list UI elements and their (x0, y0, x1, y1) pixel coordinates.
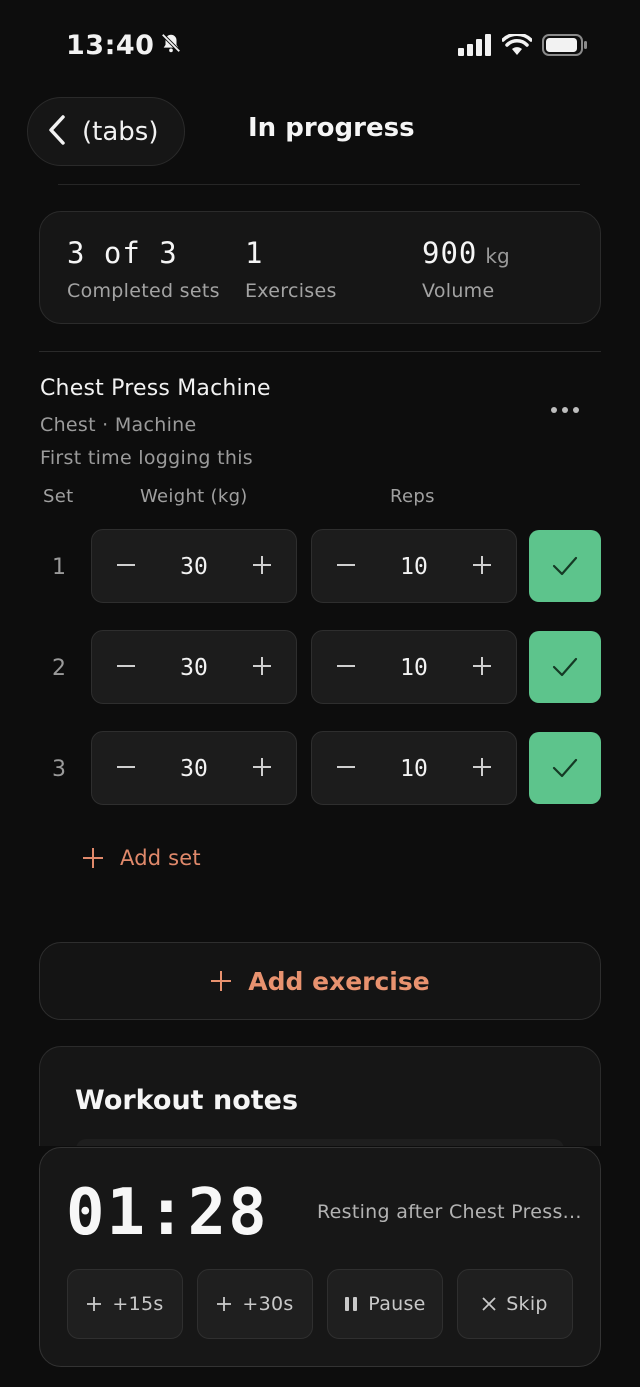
exercise-name: Chest Press Machine (40, 376, 271, 401)
column-header-weight: Weight (kg) (140, 486, 248, 507)
checkmark-icon (552, 556, 578, 576)
plus-icon (473, 657, 491, 675)
completed-sets-value: 3 of 3 (67, 236, 178, 270)
status-time: 13:40 (66, 30, 155, 61)
add-15s-button[interactable]: +15s (67, 1269, 183, 1339)
set-number: 3 (52, 757, 66, 782)
set-number: 2 (52, 656, 66, 681)
add-30s-button[interactable]: +30s (197, 1269, 313, 1339)
weight-increment-button[interactable] (247, 550, 277, 580)
exercise-note: First time logging this (40, 447, 254, 469)
exercises-value: 1 (245, 236, 264, 270)
plus-icon (473, 758, 491, 776)
close-icon (482, 1297, 496, 1311)
cellular-signal-icon (458, 34, 492, 60)
set-number: 1 (52, 555, 66, 580)
pause-icon (345, 1297, 358, 1311)
rest-timer-status: Resting after Chest Press... (317, 1201, 582, 1223)
section-divider (39, 351, 601, 352)
completed-sets-stat: 3 of 3 Completed sets (67, 236, 220, 302)
volume-label: Volume (422, 280, 495, 302)
nav-divider (58, 184, 580, 185)
column-header-set: Set (43, 486, 74, 507)
reps-stepper: 10 (311, 529, 517, 603)
checkmark-icon (552, 657, 578, 677)
weight-stepper: 30 (91, 630, 297, 704)
plus-icon (253, 556, 271, 574)
workout-summary-card: 3 of 3 Completed sets 1 Exercises 900 kg … (39, 211, 601, 324)
add-15s-label: +15s (112, 1293, 164, 1315)
add-set-label: Add set (120, 846, 201, 870)
volume-stat: 900 kg Volume (422, 236, 510, 302)
workout-notes-card: Workout notes (39, 1046, 601, 1146)
plus-icon (83, 848, 103, 868)
bell-slash-icon (160, 30, 182, 61)
chevron-left-icon (46, 114, 68, 150)
volume-unit: kg (485, 244, 510, 268)
add-30s-label: +30s (242, 1293, 294, 1315)
column-header-reps: Reps (390, 486, 435, 507)
back-label: (tabs) (82, 116, 159, 147)
set-complete-toggle[interactable] (529, 631, 601, 703)
plus-icon (87, 1297, 102, 1311)
page-title: In progress (248, 113, 415, 143)
reps-increment-button[interactable] (467, 550, 497, 580)
plus-icon (217, 1297, 232, 1311)
rest-timer-panel: 01:28 Resting after Chest Press... +15s … (39, 1147, 601, 1367)
volume-value: 900 (422, 236, 478, 270)
wifi-icon (501, 32, 533, 60)
plus-icon (473, 556, 491, 574)
rest-timer-time: 01:28 (66, 1176, 269, 1250)
pause-label: Pause (368, 1293, 426, 1315)
more-horizontal-icon (550, 399, 580, 418)
exercises-stat: 1 Exercises (245, 236, 337, 302)
exercise-more-button[interactable] (545, 392, 585, 424)
weight-increment-button[interactable] (247, 651, 277, 681)
weight-increment-button[interactable] (247, 752, 277, 782)
pause-button[interactable]: Pause (327, 1269, 443, 1339)
reps-stepper: 10 (311, 630, 517, 704)
battery-icon (542, 34, 588, 60)
back-button[interactable]: (tabs) (27, 97, 185, 166)
exercises-label: Exercises (245, 280, 337, 302)
add-exercise-button[interactable]: Add exercise (39, 942, 601, 1020)
reps-increment-button[interactable] (467, 651, 497, 681)
exercise-meta: Chest · Machine (40, 414, 197, 436)
weight-stepper: 30 (91, 731, 297, 805)
skip-label: Skip (506, 1293, 548, 1315)
set-complete-toggle[interactable] (529, 530, 601, 602)
workout-notes-title: Workout notes (75, 1085, 299, 1116)
add-exercise-label: Add exercise (248, 966, 430, 996)
checkmark-icon (552, 758, 578, 778)
skip-button[interactable]: Skip (457, 1269, 573, 1339)
plus-icon (253, 758, 271, 776)
weight-stepper: 30 (91, 529, 297, 603)
plus-icon (253, 657, 271, 675)
workout-notes-input[interactable] (76, 1139, 564, 1146)
reps-stepper: 10 (311, 731, 517, 805)
reps-increment-button[interactable] (467, 752, 497, 782)
add-set-button[interactable]: Add set (82, 846, 201, 870)
set-complete-toggle[interactable] (529, 732, 601, 804)
completed-sets-label: Completed sets (67, 280, 220, 302)
plus-icon (211, 971, 232, 991)
